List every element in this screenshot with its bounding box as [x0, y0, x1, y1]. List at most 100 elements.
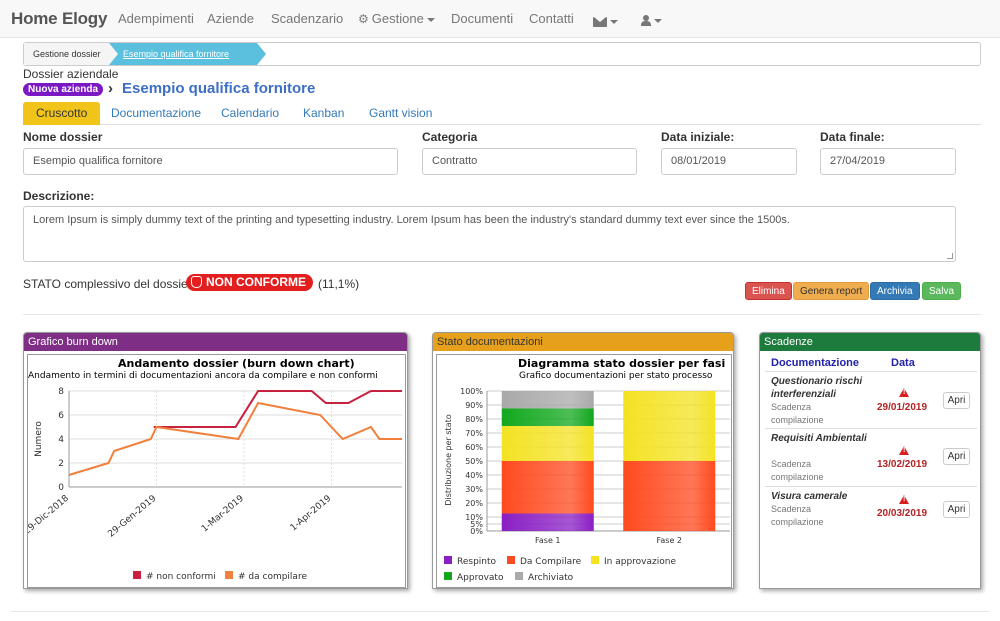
- legend-swatch: [515, 572, 523, 580]
- scadenza-row: Visura camerale Scadenza compilazione 20…: [765, 486, 977, 531]
- tab-calendario[interactable]: Calendario: [208, 102, 292, 125]
- apri-button[interactable]: Apri: [943, 448, 970, 465]
- page-title: Esempio qualifica fornitore: [122, 80, 316, 97]
- y-tick-label: 50%: [465, 457, 483, 466]
- envelope-icon: [593, 16, 607, 27]
- data-finale-input[interactable]: 27/04/2019: [820, 148, 956, 175]
- nav-contatti[interactable]: Contatti: [529, 11, 574, 26]
- data-finale-label: Data finale:: [820, 130, 885, 144]
- resize-handle[interactable]: [947, 253, 953, 259]
- x-tick-label: Fase 1: [535, 536, 561, 545]
- tab-cruscotto[interactable]: Cruscotto: [23, 102, 101, 125]
- y-tick-label: 8: [58, 387, 64, 397]
- legend-label: # da compilare: [238, 572, 307, 582]
- y-tick-label: 10%: [465, 513, 483, 522]
- descrizione-text: Lorem Ipsum is simply dummy text of the …: [33, 214, 790, 226]
- nav-aziende[interactable]: Aziende: [207, 11, 254, 26]
- categoria-input[interactable]: Contratto: [422, 148, 637, 175]
- scadenza-date: 29/01/2019: [877, 402, 928, 413]
- y-tick-label: 2: [58, 459, 64, 469]
- tab-documentazione[interactable]: Documentazione: [98, 102, 214, 125]
- bar-segment: [501, 513, 594, 531]
- series-line: [153, 390, 402, 428]
- legend-label: In approvazione: [604, 557, 676, 567]
- legend-swatch: [507, 556, 515, 564]
- stato-badge-text: NON CONFORME: [206, 275, 306, 289]
- legend-label: Respinto: [457, 557, 497, 567]
- nav-gestione-label: Gestione: [371, 11, 424, 26]
- y-tick-label: 4: [58, 435, 64, 445]
- nome-dossier-input[interactable]: Esempio qualifica fornitore: [23, 148, 398, 175]
- legend-swatch: [225, 571, 233, 579]
- scadenza-date: 13/02/2019: [877, 459, 928, 470]
- x-tick-label: 1-Mar-2019: [200, 493, 246, 534]
- breadcrumb: Gestione dossier Esempio qualifica forni…: [23, 42, 981, 66]
- scadenza-subtitle: Scadenza compilazione: [771, 504, 824, 527]
- tab-bar: Cruscotto Documentazione Calendario Kanb…: [23, 102, 981, 125]
- x-tick-label: 1-Apr-2019: [289, 493, 334, 533]
- salva-button[interactable]: Salva: [922, 282, 962, 300]
- divider: [23, 314, 981, 315]
- x-tick-label: Fase 2: [657, 536, 683, 545]
- apri-button[interactable]: Apri: [943, 501, 970, 518]
- y-tick-label: 100%: [460, 387, 483, 396]
- stato-doc-chart: Diagramma stato dossier per fasi Grafico…: [436, 354, 732, 588]
- user-icon: [641, 15, 651, 27]
- scadenza-name: Requisiti Ambientali: [771, 433, 867, 444]
- burn-down-panel-title: Grafico burn down: [24, 333, 407, 351]
- top-navbar: Home Elogy Adempimenti Aziende Scadenzar…: [0, 0, 1000, 38]
- y-tick-label: 70%: [465, 429, 483, 438]
- breadcrumb-current-dossier[interactable]: Esempio qualifica fornitore: [109, 43, 266, 65]
- descrizione-label: Descrizione:: [23, 189, 95, 203]
- scadenza-subtitle: Scadenza compilazione: [771, 459, 824, 482]
- scadenze-panel-title: Scadenze: [760, 333, 980, 351]
- legend-label: # non conformi: [146, 572, 216, 582]
- legend-label: Archiviato: [528, 573, 574, 583]
- legend-swatch: [591, 556, 599, 564]
- descrizione-textarea[interactable]: Lorem Ipsum is simply dummy text of the …: [23, 206, 956, 262]
- burn-down-panel: Grafico burn down Andamento dossier (bur…: [23, 332, 408, 589]
- scadenze-col-documentazione: Documentazione: [771, 357, 860, 369]
- brand-logo[interactable]: Home Elogy: [11, 9, 107, 29]
- bar-segment: [501, 461, 594, 514]
- elimina-button[interactable]: Elimina: [745, 282, 792, 300]
- scadenza-row: Requisiti Ambientali Scadenza compilazio…: [765, 428, 977, 486]
- apri-button[interactable]: Apri: [943, 392, 970, 409]
- stato-chart-svg: 0%5%10%20%30%40%50%60%70%80%90%100%Distr…: [444, 387, 730, 583]
- y-axis-label: Distribuzione per stato: [444, 414, 453, 505]
- nav-scadenzario[interactable]: Scadenzario: [271, 11, 343, 26]
- y-tick-label: 0: [58, 483, 64, 493]
- nav-user-dropdown[interactable]: [641, 12, 662, 27]
- bar-segment: [623, 461, 716, 531]
- y-tick-label: 90%: [465, 401, 483, 410]
- nav-documenti[interactable]: Documenti: [451, 11, 513, 26]
- tab-gantt-vision[interactable]: Gantt vision: [356, 102, 445, 125]
- scadenze-panel: Scadenze Documentazione Data Questionari…: [759, 332, 981, 589]
- warning-icon: [899, 495, 909, 504]
- x-tick-label: 29-Gen-2019: [106, 493, 158, 539]
- breadcrumb-gestione-dossier[interactable]: Gestione dossier: [24, 43, 118, 65]
- chevron-down-icon: [610, 19, 618, 24]
- bar-segment: [623, 391, 716, 461]
- archivia-button[interactable]: Archivia: [870, 282, 920, 300]
- scadenza-name: Visura camerale: [771, 491, 848, 502]
- chevron-down-icon: [654, 18, 662, 23]
- gear-icon: ⚙: [358, 12, 369, 26]
- stato-doc-panel-title: Stato documentazioni: [433, 333, 733, 351]
- y-tick-label: 6: [58, 411, 64, 421]
- nav-gestione-dropdown[interactable]: ⚙ Gestione: [358, 11, 435, 26]
- legend-label: Approvato: [457, 573, 504, 583]
- genera-report-button[interactable]: Genera report: [793, 282, 870, 300]
- nav-adempimenti[interactable]: Adempimenti: [118, 11, 194, 26]
- nav-messages-dropdown[interactable]: [593, 13, 618, 28]
- stato-doc-panel: Stato documentazioni Diagramma stato dos…: [432, 332, 734, 589]
- y-tick-label: 30%: [465, 485, 483, 494]
- legend-swatch: [133, 571, 141, 579]
- scadenza-subtitle: Scadenza compilazione: [771, 402, 824, 425]
- chevron-right-icon: ›: [108, 80, 113, 97]
- tab-kanban[interactable]: Kanban: [290, 102, 357, 125]
- data-iniziale-input[interactable]: 08/01/2019: [661, 148, 797, 175]
- hand-stop-icon: [191, 276, 202, 288]
- y-tick-label: 60%: [465, 443, 483, 452]
- chevron-down-icon: [426, 17, 435, 22]
